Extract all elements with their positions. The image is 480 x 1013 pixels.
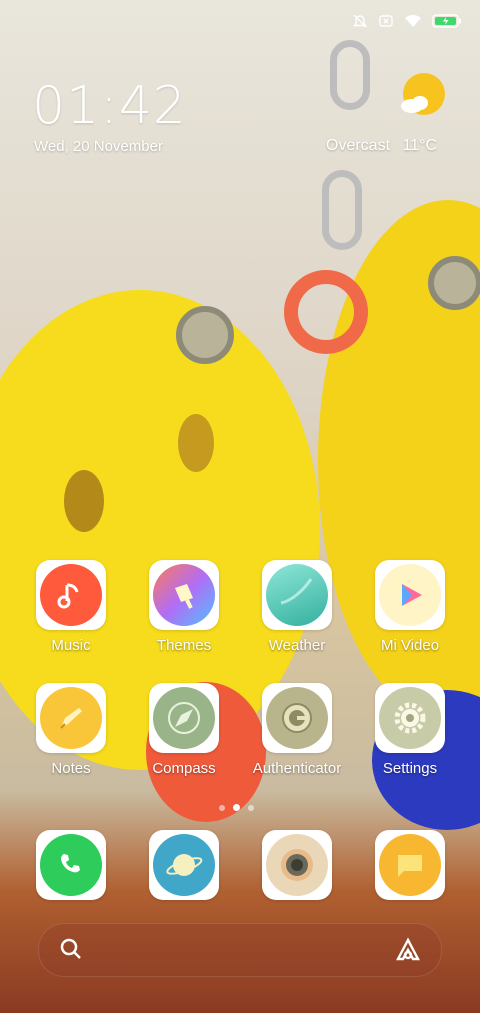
weather-temp: 11°C (402, 137, 438, 154)
app-label: Authenticator (252, 760, 342, 777)
app-label: Notes (51, 760, 91, 777)
dock-camera[interactable] (241, 830, 353, 900)
camera-icon (266, 834, 328, 896)
pencil-icon (40, 687, 102, 749)
app-music[interactable]: Music (15, 560, 127, 654)
page-indicator[interactable] (219, 804, 254, 811)
phone-icon (40, 834, 102, 896)
app-label: Compass (152, 760, 216, 777)
app-label: Weather (268, 637, 326, 654)
clock-time[interactable]: 01:42 (32, 76, 187, 136)
app-settings[interactable]: Settings (354, 683, 466, 777)
app-label: Mi Video (380, 637, 440, 654)
app-label: Music (51, 637, 91, 654)
app-weather[interactable]: Weather (241, 560, 353, 654)
battery-charging-icon (432, 14, 462, 28)
app-authenticator[interactable]: Authenticator (241, 683, 353, 777)
dock-messages[interactable] (354, 830, 466, 900)
app-compass[interactable]: Compass (128, 683, 240, 777)
sim-missing-icon (378, 13, 394, 29)
app-label: Settings (382, 760, 438, 777)
dock-phone[interactable] (15, 830, 127, 900)
paint-brush-icon (153, 564, 215, 626)
assistant-icon[interactable] (395, 937, 421, 968)
page-dot[interactable] (219, 804, 225, 811)
search-icon[interactable] (59, 937, 83, 966)
gear-icon (379, 687, 441, 749)
app-label: Themes (156, 637, 212, 654)
weather-condition: Overcast (326, 137, 391, 154)
page-dot[interactable] (248, 804, 254, 811)
dock-browser[interactable] (128, 830, 240, 900)
browser-planet-icon (153, 834, 215, 896)
wifi-icon (404, 13, 422, 29)
key-dial-icon (266, 687, 328, 749)
weather-summary[interactable]: Overcast 11°C (326, 137, 437, 155)
page-dot-active[interactable] (233, 804, 240, 811)
music-note-icon (40, 564, 102, 626)
app-themes[interactable]: Themes (128, 560, 240, 654)
play-icon (379, 564, 441, 626)
partly-cloudy-icon[interactable] (396, 70, 448, 122)
status-bar (352, 10, 462, 32)
app-mi-video[interactable]: Mi Video (354, 560, 466, 654)
bell-off-icon (352, 13, 368, 29)
weather-icon (266, 564, 328, 626)
compass-icon (153, 687, 215, 749)
app-notes[interactable]: Notes (15, 683, 127, 777)
messages-icon (379, 834, 441, 896)
clock-date: Wed, 20 November (34, 138, 163, 155)
search-bar[interactable] (38, 923, 442, 977)
